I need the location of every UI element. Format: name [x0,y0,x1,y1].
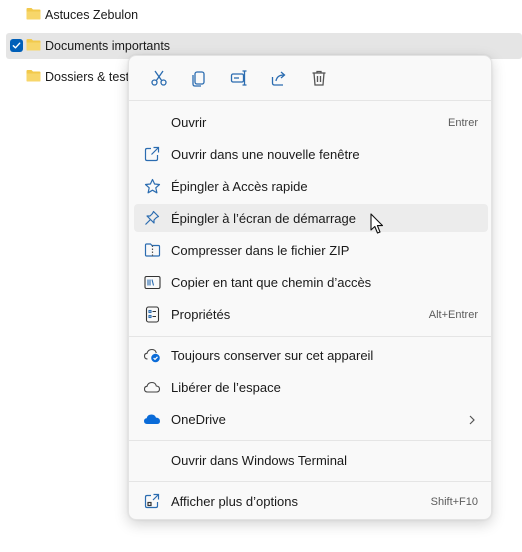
menu-item-onedrive[interactable]: OneDrive [134,405,488,433]
copy-button[interactable] [179,63,219,93]
menu-item-label: Toujours conserver sur cet appareil [171,348,374,363]
menu-separator [129,440,491,441]
folder-icon [26,70,41,82]
selection-checkbox[interactable] [10,39,23,52]
share-icon [271,71,286,86]
cut-button[interactable] [139,63,179,93]
more-options-icon [143,492,161,510]
menu-item-label: Libérer de l’espace [171,380,281,395]
menu-item-label: Épingler à Accès rapide [171,179,308,194]
pin-icon [143,209,161,227]
file-row-astuces-zebulon[interactable]: Astuces Zebulon [6,2,522,28]
menu-item-label: Copier en tant que chemin d’accès [171,275,372,290]
menu-item-label: Ouvrir dans une nouvelle fenêtre [171,147,360,162]
menu-item-label: Compresser dans le fichier ZIP [171,243,350,258]
delete-button[interactable] [299,63,339,93]
delete-icon [312,70,326,86]
menu-item-open[interactable]: Ouvrir Entrer [134,108,488,136]
cloud-outline-icon [143,378,161,396]
properties-icon [143,305,161,323]
file-name: Documents importants [45,39,171,53]
cut-icon [151,70,167,86]
menu-separator [129,100,491,101]
menu-item-label: Ouvrir dans Windows Terminal [171,453,348,468]
menu-item-label: Propriétés [171,307,231,322]
cloud-sync-icon [143,346,161,364]
menu-item-copy-path[interactable]: Copier en tant que chemin d’accès [134,268,488,296]
menu-item-shortcut: Entrer [448,117,478,129]
file-name: Astuces Zebulon [45,8,139,22]
file-name: Dossiers & tests [45,70,136,84]
menu-item-label: OneDrive [171,412,226,427]
menu-item-compress-zip[interactable]: Compresser dans le fichier ZIP [134,236,488,264]
star-icon [143,177,161,195]
menu-item-shortcut: Alt+Entrer [428,309,478,321]
folder-icon [26,8,41,20]
menu-item-open-new-window[interactable]: Ouvrir dans une nouvelle fenêtre [134,140,488,168]
rename-icon [230,70,247,86]
onedrive-icon [143,410,161,428]
mouse-cursor-icon [370,213,384,234]
rename-button[interactable] [219,63,259,93]
menu-separator [129,481,491,482]
menu-item-more-options[interactable]: Afficher plus d’options Shift+F10 [134,487,488,515]
checkmark-icon [12,42,21,49]
open-new-window-icon [143,145,161,163]
context-menu: Ouvrir Entrer Ouvrir dans une nouvelle f… [128,55,492,520]
menu-item-label: Épingler à l’écran de démarrage [171,211,356,226]
zip-icon [143,241,161,259]
share-button[interactable] [259,63,299,93]
quick-actions-bar [139,63,339,93]
menu-item-open-terminal[interactable]: Ouvrir dans Windows Terminal [134,446,488,474]
chevron-right-icon [468,413,476,431]
menu-item-free-space[interactable]: Libérer de l’espace [134,373,488,401]
menu-item-shortcut: Shift+F10 [430,496,478,508]
copy-icon [192,71,205,87]
copy-path-icon [143,273,161,291]
menu-item-always-keep[interactable]: Toujours conserver sur cet appareil [134,341,488,369]
menu-item-pin-start[interactable]: Épingler à l’écran de démarrage [134,204,488,232]
menu-item-label: Ouvrir [171,115,207,130]
menu-item-label: Afficher plus d’options [171,494,298,509]
menu-item-properties[interactable]: Propriétés Alt+Entrer [134,300,488,328]
folder-icon [26,39,41,51]
menu-separator [129,336,491,337]
menu-item-pin-quick-access[interactable]: Épingler à Accès rapide [134,172,488,200]
